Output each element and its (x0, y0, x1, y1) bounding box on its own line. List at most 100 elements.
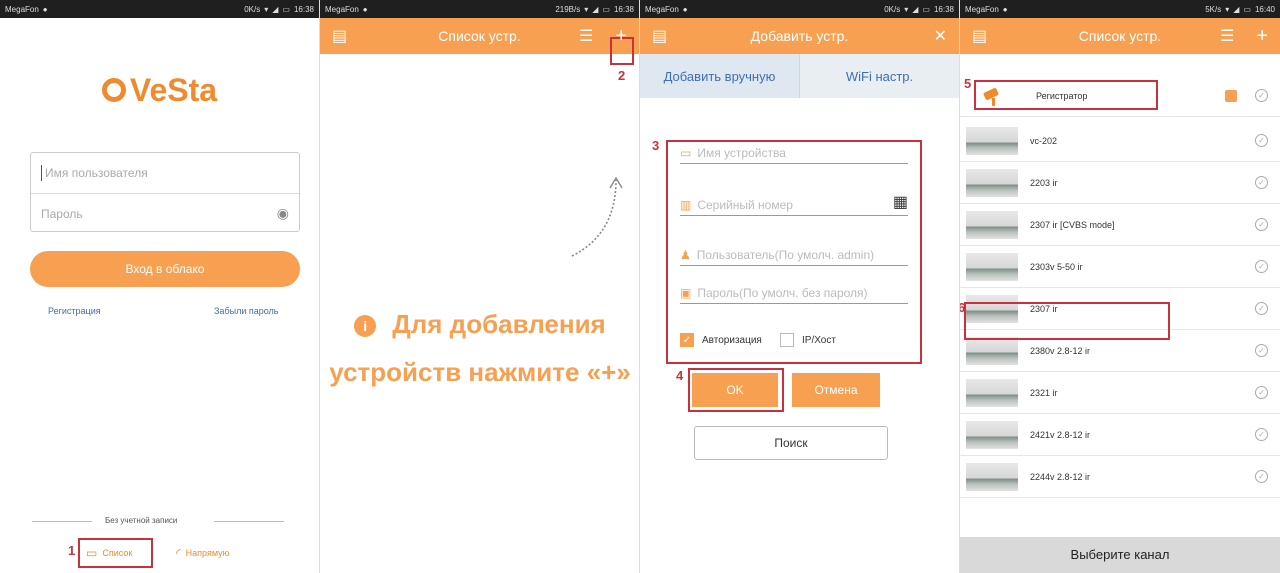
check-circle-icon[interactable]: ✓ (1255, 89, 1268, 102)
checkbox-checked-icon: ✓ (680, 333, 694, 347)
sort-icon[interactable]: ☰ (1220, 26, 1234, 46)
tab-direct[interactable]: ◜ Напрямую (176, 546, 229, 560)
cancel-button[interactable]: Отмена (792, 373, 880, 407)
check-circle-icon[interactable]: ✓ (1255, 428, 1268, 441)
check-circle-icon[interactable]: ✓ (1255, 386, 1268, 399)
text-cursor (41, 165, 42, 181)
info-icon: i (354, 315, 377, 338)
camera-thumbnail (966, 126, 1018, 155)
time-label: 16:38 (933, 4, 954, 14)
auth-checkbox[interactable]: ✓ Авторизация (680, 333, 762, 347)
device-name: 2421v 2.8-12 ir (1030, 429, 1091, 440)
check-circle-icon[interactable]: ✓ (1255, 302, 1268, 315)
check-circle-icon[interactable]: ✓ (1255, 176, 1268, 189)
status-bar: MegaFon ● 219B/s ▾ ◢ ▭ 16:38 (320, 0, 639, 18)
checkbox-icon (780, 333, 794, 347)
lock-icon: ▣ (680, 286, 692, 300)
wifi-icon: ▾ (264, 4, 269, 14)
add-device-icon[interactable]: + (615, 25, 627, 48)
menu-list-icon[interactable]: ▤ (652, 26, 667, 46)
signal-icon: ◢ (1233, 4, 1240, 14)
check-circle-icon[interactable]: ✓ (1255, 344, 1268, 357)
battery-icon: ▭ (1243, 4, 1251, 14)
device-row[interactable]: 2303v 5-50 ir ✓ (960, 246, 1280, 288)
barcode-icon: ▥ (680, 198, 692, 212)
wifi-icon: ▾ (1225, 4, 1230, 14)
wifi-icon: ▾ (584, 4, 589, 14)
camera-thumbnail (966, 252, 1018, 281)
device-name: 2380v 2.8-12 ir (1030, 345, 1091, 356)
speed-label: 0K/s (884, 4, 901, 14)
menu-list-icon[interactable]: ▤ (332, 26, 347, 46)
login-cloud-button[interactable]: Вход в облако (30, 251, 300, 287)
device-row[interactable]: 2421v 2.8-12 ir ✓ (960, 414, 1280, 456)
speed-label: 219B/s (555, 4, 581, 14)
app-bar: ▤ Список устр. ☰ + (960, 18, 1280, 54)
device-name-placeholder: Имя устройства (697, 146, 786, 160)
add-device-icon[interactable]: + (1256, 25, 1268, 48)
device-row[interactable]: 2203 ir ✓ (960, 162, 1280, 204)
vesta-logo: VeSta (0, 72, 319, 109)
signal-icon: ◢ (272, 4, 279, 14)
annotation-marker-5: 5 (964, 76, 972, 91)
logo-icon (101, 77, 126, 102)
search-button[interactable]: Поиск (694, 426, 888, 460)
serial-number-input[interactable]: ▥ Серийный номер ▦ (680, 192, 908, 216)
password-placeholder: Пароль(По умолч. без пароля) (697, 286, 868, 300)
signal-icon: ◢ (912, 4, 919, 14)
close-icon[interactable]: ✕ (934, 26, 947, 46)
check-circle-icon[interactable]: ✓ (1255, 134, 1268, 147)
device-name: 2303v 5-50 ir (1030, 261, 1083, 272)
time-label: 16:38 (293, 4, 314, 14)
password-input[interactable]: ▣ Пароль(По умолч. без пароля) (680, 286, 908, 304)
annotation-box-5 (974, 80, 1158, 110)
check-circle-icon[interactable]: ✓ (1255, 470, 1268, 483)
login-form: Имя пользователя Пароль ◉ (30, 152, 300, 232)
tab-list[interactable]: ▭ Список (86, 546, 132, 560)
check-circle-icon[interactable]: ✓ (1255, 218, 1268, 231)
tab-wifi[interactable]: WiFi настр. (800, 54, 959, 98)
arrow-icon (571, 176, 623, 257)
camera-thumbnail (966, 168, 1018, 197)
camera-thumbnail (966, 336, 1018, 365)
tab-list-label: Список (102, 548, 133, 558)
carrier-label: MegaFon (965, 4, 999, 14)
device-row[interactable]: vc-202 ✓ (960, 120, 1280, 162)
username-input[interactable]: Имя пользователя (31, 153, 299, 193)
network-icon: ● (1002, 4, 1008, 14)
hint-line-1: Для добавления (392, 309, 606, 339)
carrier-label: MegaFon (645, 4, 679, 14)
ok-button[interactable]: OK (692, 373, 778, 407)
sort-icon[interactable]: ☰ (579, 26, 593, 46)
network-icon: ● (682, 4, 688, 14)
annotation-box-6 (964, 302, 1170, 340)
select-channel-bar[interactable]: Выберите канал (960, 537, 1280, 573)
edit-icon[interactable] (1225, 89, 1237, 102)
tab-manual[interactable]: Добавить вручную (640, 54, 800, 98)
device-name-input[interactable]: ▭ Имя устройства (680, 146, 908, 164)
device-row[interactable]: 2321 ir ✓ (960, 372, 1280, 414)
annotation-marker-1: 1 (68, 543, 76, 558)
register-link[interactable]: Регистрация (48, 306, 101, 316)
device-name: 2321 ir (1030, 387, 1058, 398)
menu-list-icon[interactable]: ▤ (972, 26, 987, 46)
check-circle-icon[interactable]: ✓ (1255, 260, 1268, 273)
password-input[interactable]: Пароль ◉ (31, 193, 299, 233)
qr-code-icon[interactable]: ▦ (893, 192, 908, 212)
auth-label: Авторизация (702, 334, 762, 346)
serial-placeholder: Серийный номер (697, 198, 793, 212)
time-label: 16:38 (613, 4, 634, 14)
eye-icon[interactable]: ◉ (277, 205, 289, 222)
speed-label: 0K/s (244, 4, 261, 14)
annotation-marker-4: 4 (676, 368, 684, 383)
app-bar: ▤ Добавить устр. ✕ (640, 18, 959, 54)
logo-text: VeSta (129, 72, 218, 108)
device-row[interactable]: 2307 ir [CVBS mode] ✓ (960, 204, 1280, 246)
device-row[interactable]: 2244v 2.8-12 ir ✓ (960, 456, 1280, 498)
tab-direct-label: Напрямую (185, 548, 230, 558)
ip-checkbox[interactable]: IP/Хост (780, 333, 836, 347)
forgot-password-link[interactable]: Забыли пароль (214, 306, 278, 316)
battery-icon: ▭ (922, 4, 930, 14)
user-input[interactable]: ♟ Пользователь(По умолч. admin) (680, 232, 908, 266)
device-name: 2203 ir (1030, 177, 1058, 188)
